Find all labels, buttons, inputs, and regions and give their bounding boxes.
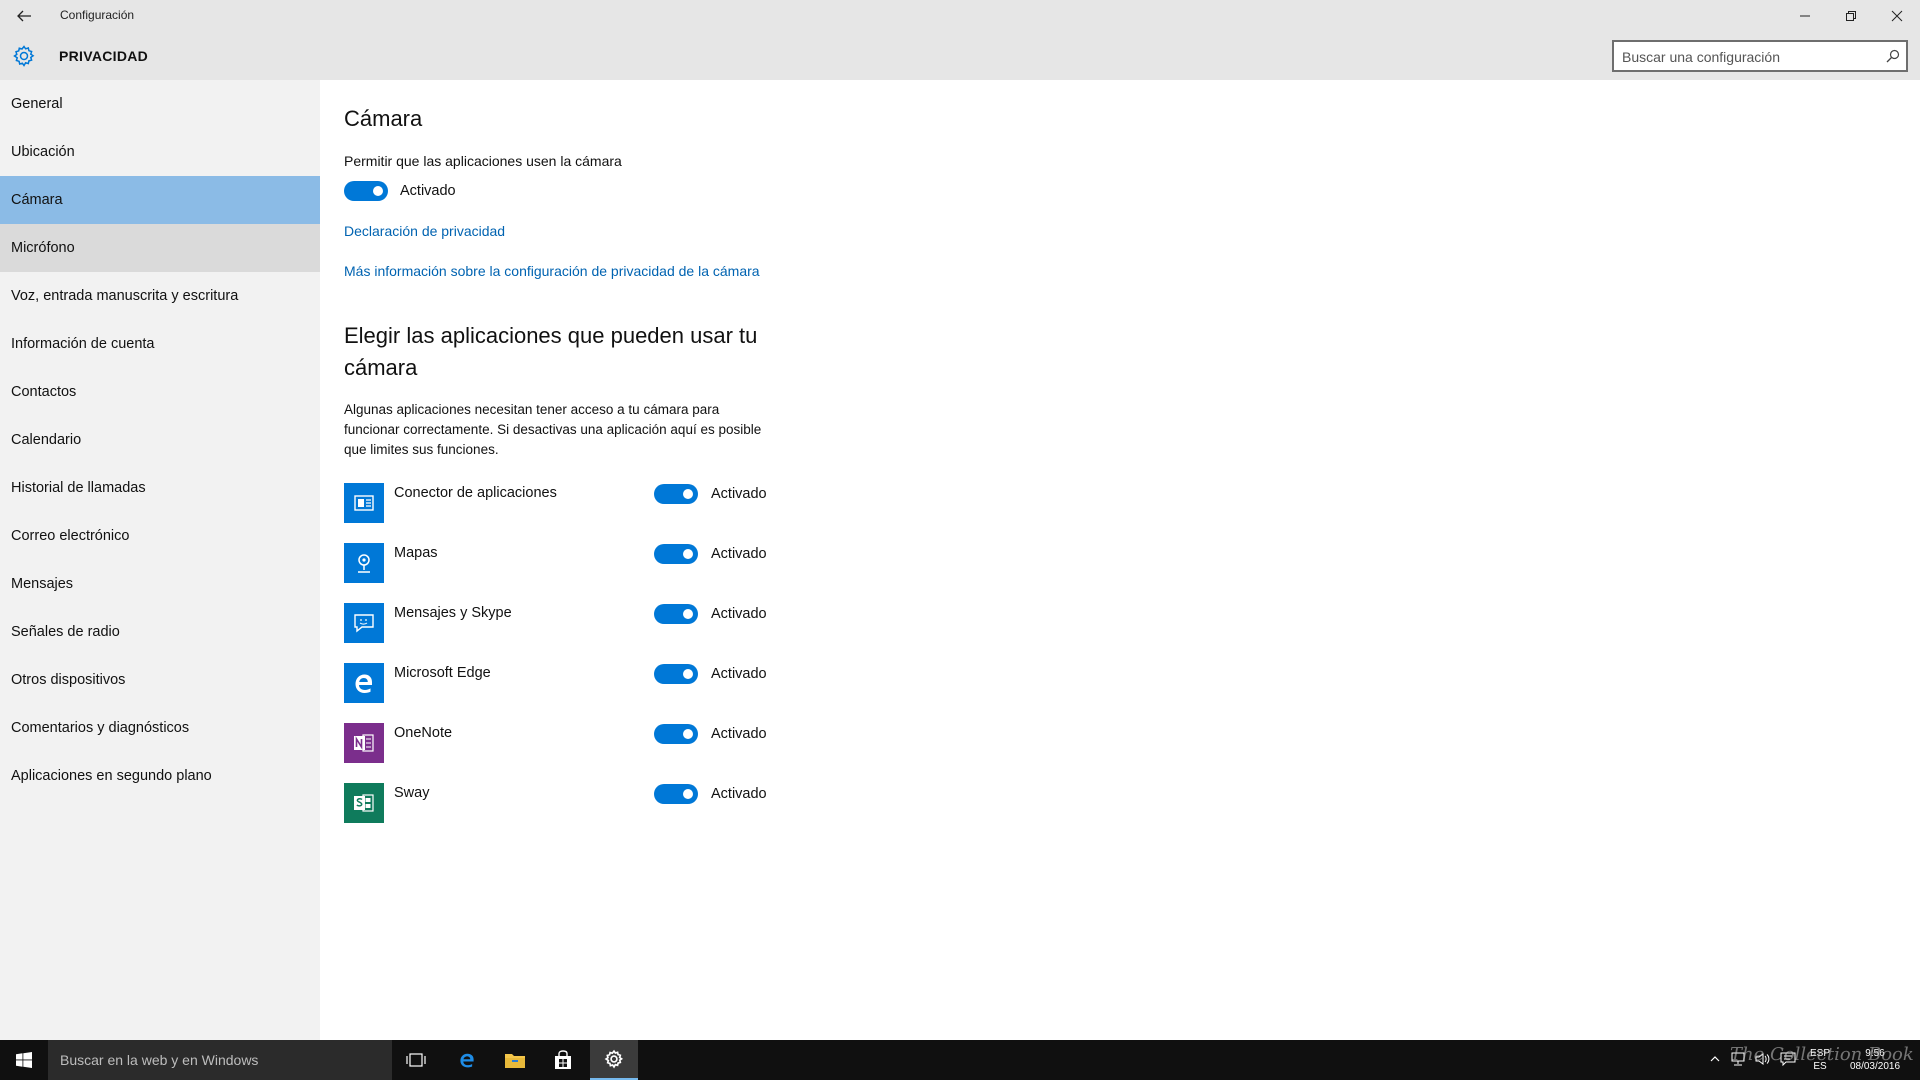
onenote-toggle[interactable] [654, 724, 698, 744]
taskbar: Buscar en la web y en Windows ESP ES 9:5… [0, 1040, 1920, 1080]
app-state: Activado [711, 606, 767, 622]
toggle-knob [683, 549, 693, 559]
sidebar-item-speech[interactable]: Voz, entrada manuscrita y escritura [0, 272, 320, 320]
folder-icon [505, 1054, 525, 1068]
messaging-icon [344, 603, 384, 643]
restore-icon [1846, 11, 1856, 21]
back-button[interactable] [10, 4, 38, 28]
sidebar-item-contacts[interactable]: Contactos [0, 368, 320, 416]
app-connector-toggle[interactable] [654, 484, 698, 504]
toggle-knob [683, 609, 693, 619]
app-state: Activado [711, 786, 767, 802]
close-icon [1891, 10, 1903, 22]
onenote-icon [344, 723, 384, 763]
toggle-knob [683, 729, 693, 739]
taskbar-search-box[interactable]: Buscar en la web y en Windows [48, 1040, 392, 1080]
toggle-knob [683, 489, 693, 499]
search-icon[interactable] [1886, 49, 1900, 63]
allow-camera-label: Permitir que las aplicaciones usen la cá… [344, 153, 622, 169]
sidebar-item-general[interactable]: General [0, 80, 320, 128]
sidebar-item-calendar[interactable]: Calendario [0, 416, 320, 464]
section-heading: PRIVACIDAD [59, 48, 149, 64]
window-controls [1782, 0, 1920, 32]
watermark: The Collection Book [1730, 1044, 1914, 1065]
sidebar: General Ubicación Cámara Micrófono Voz, … [0, 80, 320, 1040]
app-name: Mensajes y Skype [394, 605, 512, 621]
sidebar-item-background-apps[interactable]: Aplicaciones en segundo plano [0, 752, 320, 800]
store-icon [555, 1050, 571, 1069]
restore-button[interactable] [1828, 0, 1874, 32]
allow-camera-state: Activado [400, 183, 456, 199]
main-content: Cámara Permitir que las aplicaciones use… [320, 80, 1920, 1040]
sidebar-item-other-devices[interactable]: Otros dispositivos [0, 656, 320, 704]
app-name: Microsoft Edge [394, 665, 491, 681]
privacy-statement-link[interactable]: Declaración de privacidad [344, 223, 505, 239]
edge-icon [344, 663, 384, 703]
taskbar-search-placeholder: Buscar en la web y en Windows [60, 1052, 259, 1068]
task-view-button[interactable] [392, 1040, 440, 1080]
sidebar-item-messaging[interactable]: Mensajes [0, 560, 320, 608]
sway-toggle[interactable] [654, 784, 698, 804]
toggle-knob [373, 186, 383, 196]
taskbar-edge-button[interactable] [443, 1040, 491, 1080]
title-bar: Configuración PRIVACIDAD [0, 0, 1920, 80]
close-button[interactable] [1874, 0, 1920, 32]
windows-logo-icon [16, 1052, 32, 1068]
maps-toggle[interactable] [654, 544, 698, 564]
app-state: Activado [711, 546, 767, 562]
sidebar-item-location[interactable]: Ubicación [0, 128, 320, 176]
app-connector-icon [344, 483, 384, 523]
section-description: Algunas aplicaciones necesitan tener acc… [344, 402, 762, 457]
settings-search-box[interactable] [1612, 40, 1908, 72]
toggle-knob [683, 669, 693, 679]
app-name: Sway [394, 785, 430, 801]
minimize-button[interactable] [1782, 0, 1828, 32]
gear-icon [604, 1049, 624, 1069]
allow-camera-toggle[interactable] [344, 181, 388, 201]
page-title: Cámara [344, 106, 423, 131]
settings-search-input[interactable] [1622, 48, 1872, 66]
task-view-icon [406, 1053, 426, 1067]
back-arrow-icon [17, 10, 31, 22]
taskbar-store-button[interactable] [539, 1040, 587, 1080]
toggle-knob [683, 789, 693, 799]
sidebar-item-radios[interactable]: Señales de radio [0, 608, 320, 656]
sidebar-item-feedback[interactable]: Comentarios y diagnósticos [0, 704, 320, 752]
gear-icon [12, 44, 36, 68]
app-name: Mapas [394, 545, 438, 561]
window-title: Configuración [60, 8, 135, 22]
app-name: OneNote [394, 725, 453, 741]
taskbar-explorer-button[interactable] [491, 1040, 539, 1080]
minimize-icon [1800, 15, 1810, 17]
sidebar-item-camera[interactable]: Cámara [0, 176, 320, 224]
section-title: Elegir las aplicaciones que pueden usar … [344, 323, 758, 380]
sidebar-item-call-history[interactable]: Historial de llamadas [0, 464, 320, 512]
messaging-toggle[interactable] [654, 604, 698, 624]
start-button[interactable] [0, 1040, 48, 1080]
sidebar-item-email[interactable]: Correo electrónico [0, 512, 320, 560]
maps-icon [344, 543, 384, 583]
app-state: Activado [711, 726, 767, 742]
chevron-up-icon[interactable] [1710, 1054, 1720, 1064]
taskbar-settings-button[interactable] [590, 1040, 638, 1080]
sway-icon [344, 783, 384, 823]
edge-toggle[interactable] [654, 664, 698, 684]
app-state: Activado [711, 666, 767, 682]
sidebar-item-microphone[interactable]: Micrófono [0, 224, 320, 272]
sidebar-item-account-info[interactable]: Información de cuenta [0, 320, 320, 368]
more-info-link[interactable]: Más información sobre la configuración d… [344, 263, 760, 279]
edge-icon [460, 1053, 474, 1068]
app-state: Activado [711, 486, 767, 502]
app-name: Conector de aplicaciones [394, 485, 557, 501]
